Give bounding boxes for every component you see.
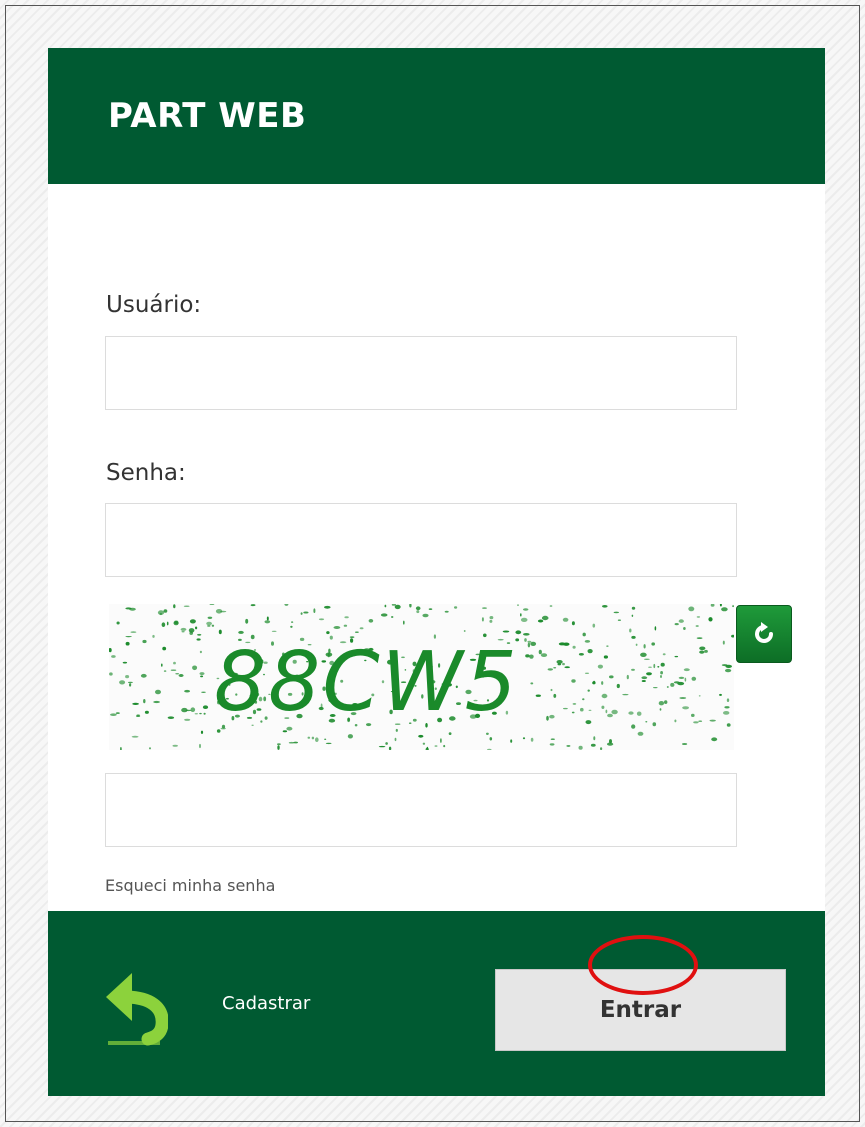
password-label: Senha:: [106, 460, 186, 486]
password-input[interactable]: [105, 503, 737, 577]
captcha-refresh-button[interactable]: [736, 605, 792, 663]
username-label: Usuário:: [106, 292, 202, 318]
login-header: PART WEB: [48, 48, 825, 184]
back-arrow-icon[interactable]: [98, 963, 168, 1049]
enter-button[interactable]: Entrar: [495, 969, 786, 1051]
register-link[interactable]: Cadastrar: [222, 993, 310, 1014]
login-footer: Cadastrar Entrar: [48, 911, 825, 1096]
refresh-icon: [755, 622, 773, 643]
captcha-input[interactable]: [105, 773, 737, 847]
login-panel: PART WEB Usuário: Senha: 88CW5 Esqueci m…: [48, 48, 825, 1096]
app-title: PART WEB: [108, 96, 307, 136]
forgot-password-link[interactable]: Esqueci minha senha: [105, 876, 275, 895]
captcha-text: 88CW5: [214, 635, 519, 730]
username-input[interactable]: [105, 336, 737, 410]
captcha-image: 88CW5: [109, 604, 734, 750]
